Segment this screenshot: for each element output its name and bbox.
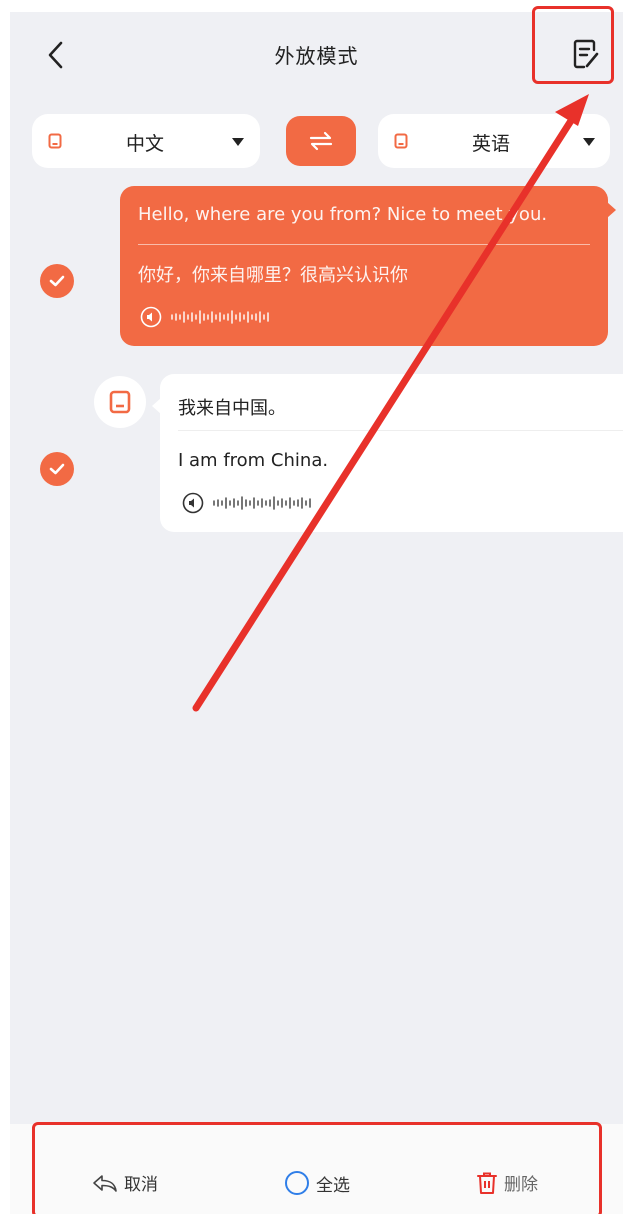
target-language-selector[interactable]: 英语 xyxy=(378,114,610,168)
swap-languages-button[interactable] xyxy=(286,116,356,166)
message-translation-text: I am from China. xyxy=(178,450,329,471)
check-icon xyxy=(49,275,65,287)
divider xyxy=(138,244,590,245)
annotation-highlight-bottom-bar xyxy=(32,1122,602,1214)
message-source-text: Hello, where are you from? Nice to meet … xyxy=(138,204,548,225)
annotation-highlight-edit xyxy=(532,6,614,84)
source-language-label: 中文 xyxy=(126,133,165,155)
message-checkbox[interactable] xyxy=(40,264,74,298)
message-bubble-other[interactable]: 我来自中国。 I am from China. xyxy=(152,374,623,532)
source-language-selector[interactable]: 中文 xyxy=(32,114,260,168)
message-checkbox[interactable] xyxy=(40,452,74,486)
device-icon xyxy=(394,133,408,149)
swap-arrows-icon xyxy=(309,131,333,151)
check-icon xyxy=(49,463,65,475)
message-source-text: 我来自中国。 xyxy=(178,398,286,419)
target-language-label: 英语 xyxy=(472,133,511,155)
app-screen: 外放模式 中文 英语 Hello, where are you from? Ni… xyxy=(10,12,623,1214)
speaker-device-avatar xyxy=(94,376,146,428)
message-translation-text: 你好，你来自哪里？很高兴认识你 xyxy=(138,265,408,286)
device-icon xyxy=(109,390,131,414)
play-audio-button[interactable] xyxy=(182,492,318,514)
speaker-icon xyxy=(182,492,204,514)
dropdown-caret-icon xyxy=(583,138,595,146)
play-audio-button[interactable] xyxy=(140,306,276,328)
message-bubble-self[interactable]: Hello, where are you from? Nice to meet … xyxy=(120,186,616,346)
dropdown-caret-icon xyxy=(232,138,244,146)
speaker-icon xyxy=(140,306,162,328)
divider xyxy=(178,430,623,431)
waveform-icon xyxy=(171,310,269,324)
device-icon xyxy=(48,133,62,149)
waveform-icon xyxy=(213,496,311,510)
